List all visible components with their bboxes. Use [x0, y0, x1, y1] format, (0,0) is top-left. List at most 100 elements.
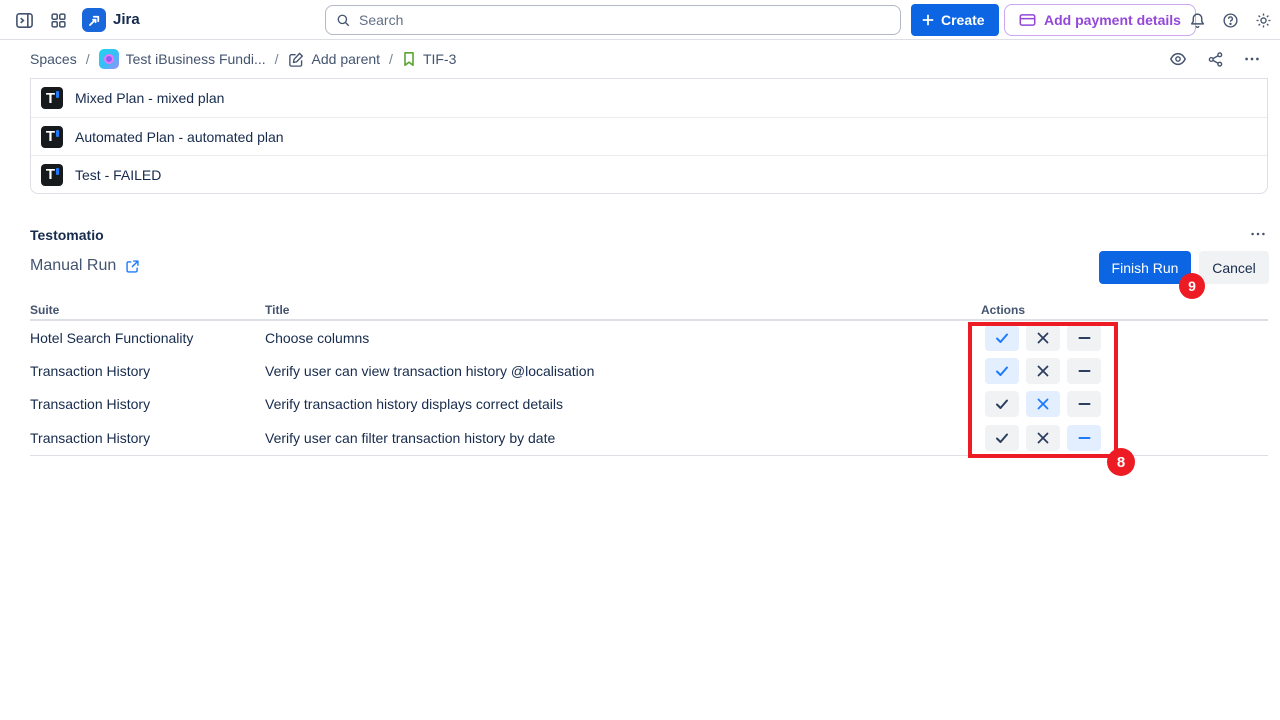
global-search[interactable] — [325, 5, 901, 35]
page-more-button[interactable] — [1236, 43, 1268, 75]
test-plans-card: TMixed Plan - mixed planTAutomated Plan … — [30, 78, 1268, 194]
skip-button[interactable] — [1067, 325, 1101, 351]
space-avatar — [99, 49, 119, 69]
gear-icon — [1255, 12, 1272, 29]
create-button[interactable]: Create — [911, 4, 999, 36]
check-icon — [995, 332, 1009, 344]
external-link-icon[interactable] — [125, 259, 140, 274]
check-icon — [995, 432, 1009, 444]
breadcrumb-page[interactable]: TIF-3 — [402, 51, 456, 67]
pass-button[interactable] — [985, 425, 1019, 451]
panel-left-icon — [15, 11, 34, 30]
test-plan-label: Test - FAILED — [75, 167, 161, 183]
test-plan-item[interactable]: TAutomated Plan - automated plan — [31, 117, 1267, 155]
cancel-button[interactable]: Cancel — [1199, 251, 1269, 284]
fail-button[interactable] — [1026, 358, 1060, 384]
check-icon — [995, 365, 1009, 377]
app-grid-icon — [50, 12, 67, 29]
test-result-row: Transaction HistoryVerify user can view … — [30, 354, 1268, 387]
eye-icon — [1169, 50, 1187, 68]
pass-button[interactable] — [985, 391, 1019, 417]
help-icon — [1222, 12, 1239, 29]
actions-cell — [981, 358, 1268, 384]
app-title: Jira — [113, 11, 140, 28]
watch-button[interactable] — [1162, 43, 1194, 75]
run-title-label: Manual Run — [30, 257, 116, 275]
finish-run-button[interactable]: Finish Run — [1099, 251, 1191, 284]
search-icon — [336, 13, 351, 28]
minus-icon — [1078, 336, 1091, 340]
minus-icon — [1078, 436, 1091, 440]
skip-button[interactable] — [1067, 358, 1101, 384]
test-plan-item[interactable]: T Mixed Plan - mixed plan — [31, 79, 1267, 117]
help-button[interactable] — [1214, 4, 1246, 36]
sidebar-toggle-button[interactable] — [8, 4, 40, 36]
cross-icon — [1037, 432, 1049, 444]
breadcrumb-spaces[interactable]: Spaces — [30, 51, 77, 67]
ellipsis-icon — [1249, 225, 1267, 243]
share-icon — [1207, 51, 1224, 68]
run-title: Manual Run — [30, 257, 140, 275]
breadcrumb-space[interactable]: Test iBusiness Fundi... — [99, 49, 266, 69]
test-plan-label: Mixed Plan - mixed plan — [75, 90, 224, 106]
test-result-row: Transaction HistoryVerify transaction hi… — [30, 388, 1268, 421]
top-navigation-bar: Jira Create Add payment details — [0, 0, 1280, 40]
breadcrumb-separator: / — [389, 51, 393, 67]
edit-icon — [288, 51, 305, 68]
plus-icon — [921, 13, 935, 27]
check-icon — [995, 398, 1009, 410]
cross-icon — [1037, 398, 1049, 410]
settings-button[interactable] — [1247, 4, 1279, 36]
minus-icon — [1078, 402, 1091, 406]
test-plan-label: Automated Plan - automated plan — [75, 129, 284, 145]
breadcrumb-separator: / — [86, 51, 90, 67]
fail-button[interactable] — [1026, 425, 1060, 451]
breadcrumb-add-parent-label: Add parent — [312, 51, 381, 67]
add-payment-label: Add payment details — [1044, 12, 1181, 28]
suite-cell: Transaction History — [30, 363, 265, 379]
notifications-button[interactable] — [1181, 4, 1213, 36]
cross-icon — [1037, 365, 1049, 377]
breadcrumb-page-label: TIF-3 — [423, 51, 456, 67]
breadcrumb: Spaces / Test iBusiness Fundi... / Add p… — [30, 40, 456, 78]
ellipsis-icon — [1243, 50, 1261, 68]
breadcrumb-space-label: Test iBusiness Fundi... — [126, 51, 266, 67]
cross-icon — [1037, 332, 1049, 344]
test-results-table: Suite Title Actions Hotel Search Functio… — [30, 300, 1268, 456]
breadcrumb-row: Spaces / Test iBusiness Fundi... / Add p… — [0, 40, 1280, 78]
table-header-row: Suite Title Actions — [30, 300, 1268, 321]
fail-button[interactable] — [1026, 325, 1060, 351]
actions-cell — [981, 391, 1268, 417]
create-button-label: Create — [941, 12, 985, 28]
testomatio-logo-icon: T — [41, 164, 63, 186]
jira-logo-icon[interactable] — [82, 8, 106, 32]
suite-cell: Transaction History — [30, 396, 265, 412]
pass-button[interactable] — [985, 325, 1019, 351]
fail-button[interactable] — [1026, 391, 1060, 417]
add-payment-details-button[interactable]: Add payment details — [1004, 4, 1196, 36]
suite-cell: Hotel Search Functionality — [30, 330, 265, 346]
testomatio-logo-icon: T — [41, 87, 63, 109]
skip-button[interactable] — [1067, 425, 1101, 451]
breadcrumb-separator: / — [275, 51, 279, 67]
app-switcher-button[interactable] — [42, 4, 74, 36]
skip-button[interactable] — [1067, 391, 1101, 417]
search-input[interactable] — [359, 12, 890, 28]
column-header-suite: Suite — [30, 303, 265, 317]
test-plan-item[interactable]: T Test - FAILED — [31, 155, 1267, 193]
title-cell: Choose columns — [265, 330, 981, 346]
minus-icon — [1078, 369, 1091, 373]
test-result-row: Hotel Search FunctionalityChoose columns — [30, 321, 1268, 354]
share-button[interactable] — [1199, 43, 1231, 75]
bookmark-icon — [402, 51, 416, 67]
title-cell: Verify user can filter transaction histo… — [265, 430, 981, 446]
column-header-actions: Actions — [981, 303, 1268, 317]
actions-cell — [981, 425, 1268, 451]
pass-button[interactable] — [985, 358, 1019, 384]
panel-title: Testomatio — [30, 227, 104, 243]
breadcrumb-add-parent[interactable]: Add parent — [288, 51, 381, 68]
credit-card-icon — [1019, 13, 1036, 27]
actions-cell — [981, 325, 1268, 351]
panel-more-button[interactable] — [1244, 222, 1272, 246]
bell-icon — [1189, 12, 1206, 29]
